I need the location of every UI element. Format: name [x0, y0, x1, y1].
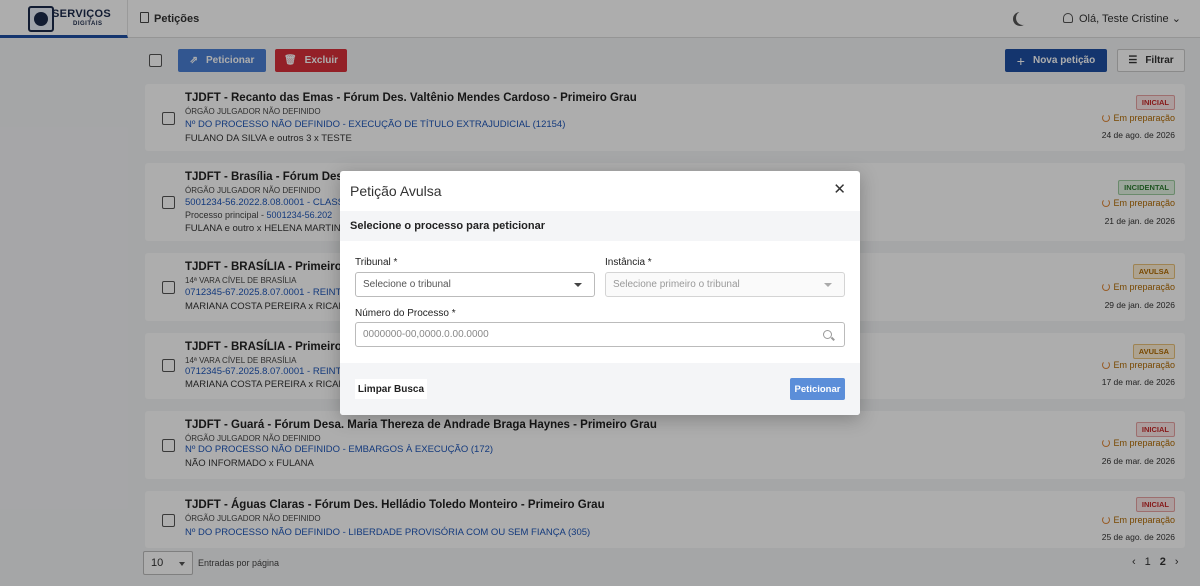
modal-title: Petição Avulsa: [350, 183, 442, 199]
instancia-label: Instância *: [605, 257, 652, 268]
instancia-placeholder: Selecione primeiro o tribunal: [613, 279, 740, 290]
limpar-busca-button[interactable]: Limpar Busca: [355, 379, 427, 399]
tribunal-placeholder: Selecione o tribunal: [363, 279, 451, 290]
modal-subheader: Selecione o processo para peticionar: [340, 211, 860, 241]
modal-peticionar-button[interactable]: Peticionar: [790, 378, 845, 400]
numero-processo-placeholder: 0000000-00,0000.0.00.0000: [363, 329, 489, 340]
caret-down-icon: [824, 283, 832, 287]
peticao-avulsa-modal: Petição Avulsa ✕ Selecione o processo pa…: [340, 171, 860, 415]
tribunal-select[interactable]: Selecione o tribunal: [355, 272, 595, 297]
numero-processo-label: Número do Processo *: [355, 308, 456, 319]
tribunal-label: Tribunal *: [355, 257, 398, 268]
modal-subtitle: Selecione o processo para peticionar: [350, 220, 546, 232]
numero-processo-input[interactable]: 0000000-00,0000.0.00.0000: [355, 322, 845, 347]
search-icon[interactable]: [823, 330, 832, 339]
modal-header: Petição Avulsa ✕: [340, 171, 860, 211]
close-icon[interactable]: ✕: [833, 182, 846, 197]
caret-down-icon: [574, 283, 582, 287]
instancia-select[interactable]: Selecione primeiro o tribunal: [605, 272, 845, 297]
